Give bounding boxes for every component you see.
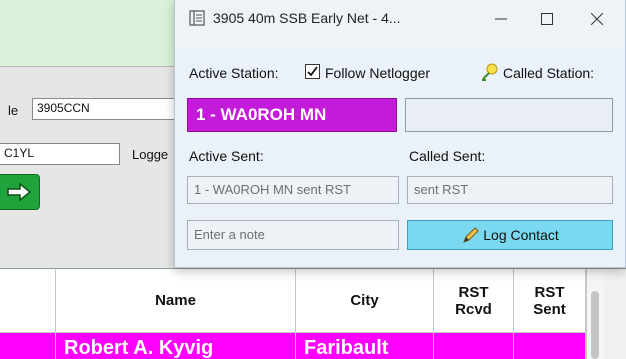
cell-city[interactable]: Faribault [296, 333, 434, 359]
active-station-label: Active Station: [189, 65, 279, 81]
log-contact-button[interactable]: Log Contact [407, 220, 613, 250]
called-station-field[interactable] [405, 98, 613, 132]
called-sent-label: Called Sent: [409, 148, 486, 164]
arrow-right-icon [7, 182, 32, 202]
active-sent-label: Active Sent: [189, 148, 264, 164]
column-header-city[interactable]: City [296, 269, 434, 333]
checkmark-icon [307, 66, 318, 77]
dialog-titlebar[interactable]: 3905 40m SSB Early Net - 4... [175, 0, 625, 46]
grid-header-blank [0, 269, 56, 333]
grid-vertical-scrollbar[interactable] [586, 269, 604, 359]
dialog-title: 3905 40m SSB Early Net - 4... [213, 10, 401, 26]
app-icon [189, 10, 205, 26]
note-input[interactable]: Enter a note [187, 220, 399, 250]
scrollbar-thumb[interactable] [591, 291, 599, 359]
maximize-icon [541, 13, 553, 25]
cell-rst-sent[interactable] [514, 333, 586, 359]
column-header-name[interactable]: Name [56, 269, 296, 333]
lightbulb-icon [482, 63, 498, 81]
cell-name[interactable]: Robert A. Kyvig [56, 333, 296, 359]
close-button[interactable] [577, 4, 617, 34]
logger-label: Logge [132, 147, 169, 162]
active-sent-field[interactable]: 1 - WA0ROH MN sent RST [187, 176, 399, 204]
cell-rst-rcvd[interactable] [434, 333, 514, 359]
minimize-button[interactable] [481, 4, 521, 34]
column-header-rst-sent[interactable]: RST Sent [514, 269, 586, 333]
net-field-label: le [8, 103, 19, 118]
log-contact-label: Log Contact [483, 227, 559, 243]
column-header-rst-rcvd[interactable]: RST Rcvd [434, 269, 514, 333]
net-name-input[interactable]: 3905CCN [32, 98, 182, 120]
contacts-grid: Name City RST Rcvd RST Sent Robert A. Ky… [0, 268, 626, 359]
background-form-panel [0, 66, 176, 267]
follow-netlogger-checkbox[interactable] [305, 64, 320, 79]
called-station-label: Called Station: [503, 65, 595, 81]
go-button[interactable] [0, 174, 40, 210]
row-selector-cell[interactable] [0, 333, 56, 359]
callsign-input[interactable]: C1YL [0, 143, 120, 165]
called-sent-field[interactable]: sent RST [407, 176, 613, 204]
close-icon [591, 13, 603, 25]
logging-dialog: 3905 40m SSB Early Net - 4... Active Sta… [174, 0, 626, 268]
active-station-field[interactable]: 1 - WA0ROH MN [187, 98, 397, 132]
pencil-icon [463, 227, 479, 243]
maximize-button[interactable] [527, 4, 567, 34]
minimize-icon [495, 18, 507, 20]
follow-netlogger-label[interactable]: Follow Netlogger [325, 65, 430, 81]
